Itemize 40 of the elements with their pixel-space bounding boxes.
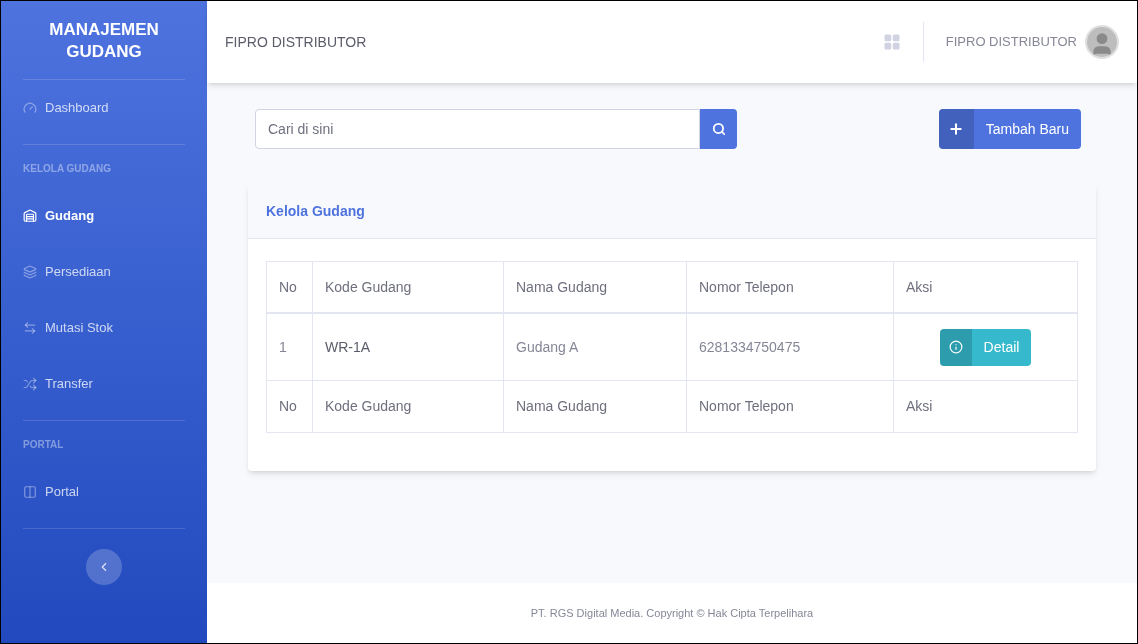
sidebar-item[interactable]: Mutasi Stok: [23, 300, 185, 356]
column-header: Kode Gudang: [313, 262, 504, 312]
column-footer: No: [267, 381, 313, 432]
grid-icon[interactable]: [882, 33, 901, 51]
sidebar-item[interactable]: Transfer: [23, 356, 185, 412]
user-name[interactable]: FIPRO DISTRIBUTOR: [945, 32, 1077, 52]
add-button[interactable]: Tambah Baru: [938, 109, 1081, 149]
section-heading: KELOLA GUDANG: [23, 162, 112, 176]
column-header: Aksi: [905, 277, 934, 297]
shuffle-icon: [23, 377, 37, 391]
search-icon: [711, 122, 726, 136]
column-header: No: [267, 262, 313, 312]
sidebar-item[interactable]: Gudang: [23, 188, 185, 244]
table-cell: Gudang A: [504, 314, 687, 380]
warehouse-icon: [23, 209, 37, 223]
column-footer: Kode Gudang: [313, 381, 504, 432]
gauge-icon: [23, 101, 37, 115]
collapse-button[interactable]: [86, 549, 122, 585]
columns-icon: [23, 485, 37, 499]
copyright-text: PT. RGS Digital Media. Copyright © Hak Cipta Terpelihara: [530, 605, 814, 621]
column-footer: Nama Gudang: [504, 381, 687, 432]
table-cell: 6281334750475: [687, 314, 894, 380]
detail-button[interactable]: Detail: [939, 328, 1032, 366]
column-header: Nama Gudang: [504, 262, 687, 312]
column-footer: Nomor Telepon: [687, 381, 894, 432]
table-cell: 1: [267, 314, 313, 380]
layers-icon: [23, 265, 37, 279]
topbar-title: FIPRO DISTRIBUTOR: [225, 32, 368, 52]
sidebar-item[interactable]: Dashboard: [23, 80, 185, 136]
column-header: Nomor Telepon: [687, 262, 894, 312]
sidebar-item[interactable]: Persediaan: [23, 244, 185, 300]
brand-title: MANAJEMEN GUDANG: [23, 1, 185, 80]
arrows-icon: [23, 321, 37, 335]
table-cell: WR-1A: [313, 314, 504, 380]
card-title: Kelola Gudang: [266, 201, 365, 221]
column-footer: Aksi: [894, 381, 1077, 432]
sidebar-item[interactable]: Portal: [23, 464, 185, 520]
section-heading: PORTAL: [23, 438, 65, 452]
info-icon: [948, 340, 963, 354]
avatar-icon[interactable]: [1085, 25, 1119, 59]
